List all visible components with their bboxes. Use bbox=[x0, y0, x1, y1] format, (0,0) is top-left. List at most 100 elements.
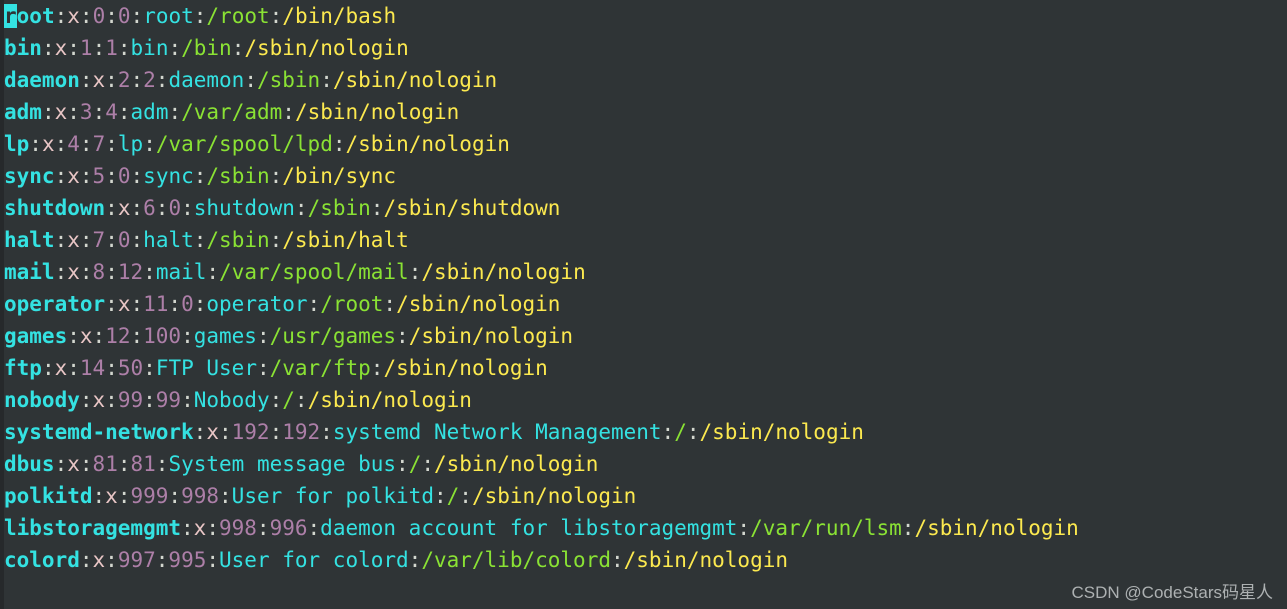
terminal-field-sep: : bbox=[307, 516, 321, 540]
terminal-field-sep: : bbox=[155, 452, 169, 476]
terminal-field-id: 0 bbox=[117, 228, 131, 252]
terminal-field-sep: : bbox=[79, 132, 93, 156]
terminal-field-user: oot bbox=[16, 4, 55, 28]
terminal-field-sep: : bbox=[130, 292, 144, 316]
terminal-field-sep: : bbox=[408, 260, 422, 284]
terminal-field-shell: /bin/bash bbox=[282, 4, 397, 28]
terminal-field-user: dbus bbox=[4, 452, 55, 476]
terminal-field-sep: : bbox=[320, 420, 333, 444]
terminal-field-id: 999 bbox=[130, 484, 169, 508]
terminal-field-sep: : bbox=[269, 4, 283, 28]
terminal-field-sep: : bbox=[218, 420, 232, 444]
terminal-field-home: /var/spool/mail bbox=[219, 260, 409, 284]
terminal-field-sep: : bbox=[307, 292, 321, 316]
terminal-field-sep: : bbox=[193, 4, 207, 28]
terminal-field-id: 0 bbox=[117, 164, 131, 188]
terminal-field-sep: : bbox=[79, 4, 93, 28]
terminal-field-sep: : bbox=[117, 452, 131, 476]
terminal-field-sep: : bbox=[269, 164, 283, 188]
terminal-field-user: colord bbox=[4, 548, 80, 572]
terminal-field-pw: x bbox=[206, 420, 219, 444]
terminal-field-id: 192 bbox=[231, 420, 270, 444]
terminal-field-id: 5 bbox=[92, 164, 106, 188]
terminal-field-gecos: halt bbox=[143, 228, 194, 252]
terminal-field-id: 50 bbox=[117, 356, 144, 380]
terminal-field-shell: /sbin/nologin bbox=[421, 260, 586, 284]
terminal-field-id: 1 bbox=[105, 36, 118, 60]
terminal-field-home: /root bbox=[320, 292, 384, 316]
terminal-field-pw: x bbox=[92, 548, 106, 572]
terminal-field-pw: x bbox=[54, 356, 68, 380]
terminal-field-id: 81 bbox=[92, 452, 118, 476]
terminal-field-sep: : bbox=[320, 68, 333, 92]
terminal-field-sep: : bbox=[79, 228, 93, 252]
terminal-field-pw: x bbox=[117, 292, 131, 316]
terminal-field-gecos: games bbox=[193, 324, 257, 348]
terminal-field-sep: : bbox=[41, 36, 55, 60]
terminal-line: polkitd:x:999:998:User for polkitd:/:/sb… bbox=[4, 480, 1287, 512]
terminal-field-pw: x bbox=[92, 388, 106, 412]
terminal-field-sep: : bbox=[143, 132, 156, 156]
terminal-field-id: 3 bbox=[79, 100, 93, 124]
terminal-field-gecos: User for colord bbox=[219, 548, 409, 572]
terminal-field-id: 0 bbox=[117, 4, 131, 28]
terminal-field-id: 8 bbox=[92, 260, 106, 284]
terminal-field-sep: : bbox=[193, 164, 207, 188]
terminal-window[interactable]: root:x:0:0:root:/root:/bin/bash bin:x:1:1… bbox=[0, 0, 1287, 609]
terminal-field-pw: x bbox=[54, 100, 68, 124]
terminal-field-sep: : bbox=[67, 324, 80, 348]
terminal-field-sep: : bbox=[130, 196, 144, 220]
terminal-field-home: /sbin bbox=[206, 228, 270, 252]
terminal-field-sep: : bbox=[269, 388, 283, 412]
terminal-field-shell: /sbin/nologin bbox=[294, 100, 460, 124]
terminal-field-id: 998 bbox=[181, 484, 220, 508]
terminal-field-sep: : bbox=[661, 420, 675, 444]
terminal-field-gecos: root bbox=[143, 4, 194, 28]
terminal-field-sep: : bbox=[219, 484, 232, 508]
terminal-field-sep: : bbox=[105, 388, 118, 412]
terminal-field-sep: : bbox=[193, 228, 207, 252]
terminal-line: systemd-network:x:192:192:systemd Networ… bbox=[4, 416, 1287, 448]
terminal-field-shell: /sbin/nologin bbox=[471, 484, 637, 508]
terminal-field-id: 996 bbox=[269, 516, 308, 540]
terminal-field-gecos: mail bbox=[155, 260, 207, 284]
terminal-field-id: 12 bbox=[105, 324, 131, 348]
terminal-left-gutter bbox=[0, 0, 4, 609]
terminal-field-pw: x bbox=[92, 68, 106, 92]
terminal-field-sep: : bbox=[181, 324, 194, 348]
terminal-field-gecos: lp bbox=[117, 132, 144, 156]
terminal-field-pw: x bbox=[105, 484, 118, 508]
terminal-field-sep: : bbox=[370, 356, 384, 380]
terminal-field-shell: /sbin/nologin bbox=[332, 68, 498, 92]
terminal-field-id: 2 bbox=[143, 68, 156, 92]
terminal-field-home: / bbox=[408, 452, 422, 476]
terminal-field-user: polkitd bbox=[4, 484, 93, 508]
terminal-line: games:x:12:100:games:/usr/games:/sbin/no… bbox=[4, 320, 1287, 352]
terminal-field-shell: /sbin/shutdown bbox=[383, 196, 561, 220]
terminal-field-sep: : bbox=[901, 516, 915, 540]
terminal-field-gecos: User for polkitd bbox=[231, 484, 434, 508]
terminal-line: libstoragemgmt:x:998:996:daemon account … bbox=[4, 512, 1287, 544]
terminal-field-home: /sbin bbox=[206, 164, 270, 188]
terminal-field-home: /var/spool/lpd bbox=[155, 132, 333, 156]
terminal-field-sep: : bbox=[294, 196, 308, 220]
terminal-field-sep: : bbox=[79, 68, 93, 92]
terminal-field-sep: : bbox=[143, 356, 156, 380]
terminal-line: adm:x:3:4:adm:/var/adm:/sbin/nologin bbox=[4, 96, 1287, 128]
terminal-field-user: games bbox=[4, 324, 68, 348]
terminal-field-sep: : bbox=[105, 164, 118, 188]
terminal-field-sep: : bbox=[181, 196, 194, 220]
terminal-field-sep: : bbox=[117, 484, 131, 508]
terminal-field-sep: : bbox=[79, 548, 93, 572]
terminal-field-sep: : bbox=[105, 548, 118, 572]
terminal-field-shell: /bin/sync bbox=[282, 164, 397, 188]
terminal-line: sync:x:5:0:sync:/sbin:/bin/sync bbox=[4, 160, 1287, 192]
terminal-field-sep: : bbox=[269, 420, 283, 444]
terminal-field-sep: : bbox=[459, 484, 472, 508]
terminal-field-shell: /sbin/nologin bbox=[914, 516, 1079, 540]
terminal-field-gecos: System message bus bbox=[168, 452, 397, 476]
terminal-field-sep: : bbox=[206, 516, 219, 540]
terminal-field-user: daemon bbox=[4, 68, 80, 92]
terminal-line: ftp:x:14:50:FTP User:/var/ftp:/sbin/nolo… bbox=[4, 352, 1287, 384]
terminal-field-sep: : bbox=[92, 484, 106, 508]
